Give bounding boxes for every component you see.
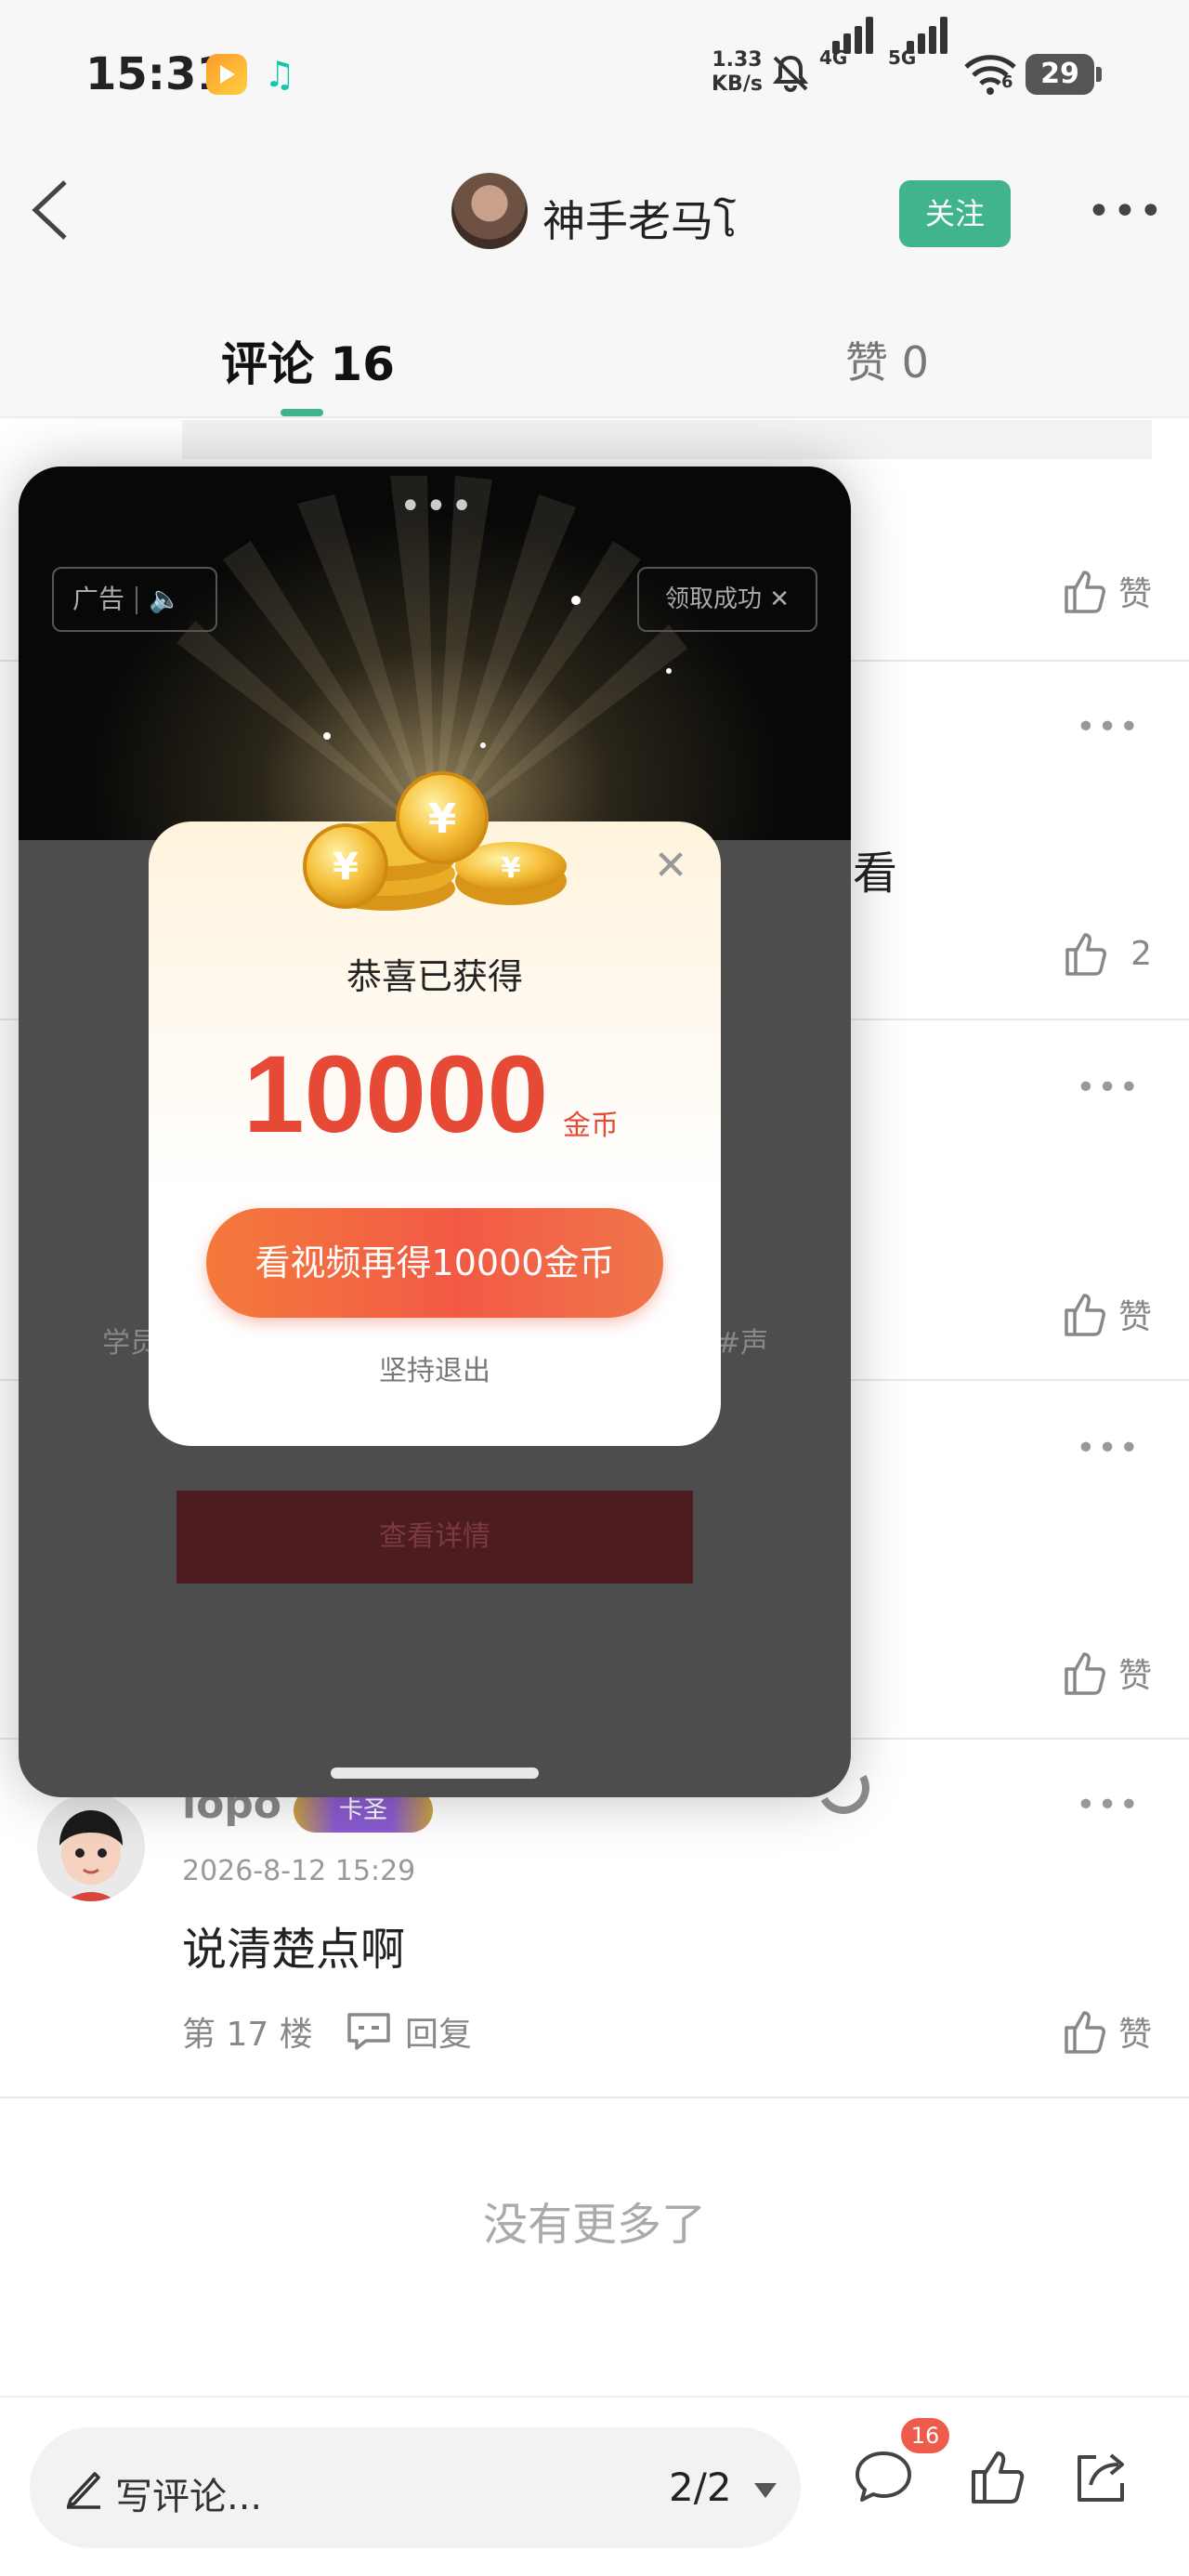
comment-tabs: 评论 16 赞 0 — [0, 279, 1189, 418]
mute-bell-icon — [769, 52, 812, 103]
reply-button[interactable]: 回复 — [346, 2007, 472, 2056]
battery-level: 29 — [1026, 54, 1102, 95]
share-icon[interactable] — [1068, 2444, 1133, 2509]
quit-button[interactable]: 坚持退出 — [149, 1347, 721, 1388]
svg-text:¥: ¥ — [333, 846, 359, 888]
reward-unit: 金币 — [563, 1110, 619, 1142]
popup-close-icon[interactable]: ✕ — [650, 846, 691, 887]
watch-video-button[interactable]: 看视频再得10000金币 — [206, 1208, 663, 1318]
bottom-action-bar: 写评论... 2/2 16 — [0, 2396, 1189, 2576]
list-end-text: 没有更多了 — [482, 2199, 706, 2251]
comment-more-icon[interactable]: ••• — [1076, 1429, 1141, 1467]
comment-count-badge: 16 — [901, 2418, 949, 2453]
like-label: 赞 — [1117, 1298, 1152, 1336]
page-indicator[interactable]: 2/2 — [669, 2464, 732, 2510]
popup-title: 恭喜已获得 — [346, 956, 523, 997]
reward-amount: 10000 — [243, 1033, 549, 1156]
thumb-up-icon — [1065, 933, 1107, 976]
divider — [0, 2096, 1189, 2098]
comment-input-placeholder: 写评论... — [115, 2476, 263, 2518]
thumb-up-icon — [1065, 2011, 1105, 2054]
follow-button[interactable]: 关注 — [899, 180, 1011, 247]
like-label: 赞 — [1117, 575, 1152, 613]
status-bar: 15:31 ♫ 1.33 KB/s 4G 5G 6 29 — [0, 0, 1189, 149]
chevron-left-icon — [32, 180, 67, 240]
like-button[interactable]: 赞 — [1063, 1645, 1152, 1701]
gold-coins-icon: ¥ ¥ ¥ — [303, 771, 567, 911]
ad-label[interactable]: 广告 🔈 — [52, 567, 217, 632]
reply-bubble-icon — [347, 2013, 390, 2050]
reply-label: 回复 — [405, 2016, 473, 2054]
like-count: 2 — [1130, 934, 1152, 973]
speaker-icon[interactable]: 🔈 — [149, 584, 181, 614]
music-app-icon: ♫ — [264, 54, 296, 95]
like-label: 赞 — [1117, 1657, 1152, 1695]
like-button[interactable]: 2 — [1064, 926, 1152, 981]
ad-text-right: #声 — [717, 1327, 769, 1360]
comment-floor: 第 17 楼 — [182, 2016, 313, 2054]
back-button[interactable] — [28, 177, 84, 251]
comment-bubble-icon[interactable] — [851, 2444, 916, 2509]
close-icon[interactable]: ✕ — [769, 585, 790, 613]
like-button[interactable]: 赞 — [1063, 1286, 1152, 1342]
caret-down-icon[interactable] — [754, 2483, 777, 2498]
top-nav: 神手老马โ 关注 ••• — [0, 149, 1189, 279]
like-button[interactable]: 赞 — [1063, 2004, 1152, 2059]
thumb-up-icon[interactable] — [966, 2444, 1031, 2509]
view-details-button[interactable]: 查看详情 — [176, 1491, 693, 1584]
reply-preview-strip — [182, 420, 1152, 459]
comment-more-icon[interactable]: ••• — [1076, 1069, 1141, 1107]
comment-text: 说清楚点啊 — [182, 1924, 406, 1976]
like-button[interactable]: 赞 — [1063, 563, 1152, 619]
network-speed: 1.33 KB/s — [712, 48, 763, 96]
comment-timestamp: 2026-8-12 15:29 — [182, 1855, 416, 1887]
ad-drag-dots: ••• — [399, 485, 477, 528]
tab-likes[interactable]: 赞 0 — [845, 329, 929, 390]
thumb-up-icon — [1065, 1652, 1105, 1695]
tab-comments[interactable]: 评论 16 — [221, 327, 395, 394]
thumb-up-icon — [1065, 1294, 1105, 1336]
author-name[interactable]: 神手老马โ — [542, 188, 737, 256]
comment-text-partial: 看 — [853, 848, 898, 900]
comment-input[interactable]: 写评论... 2/2 — [30, 2427, 801, 2548]
comment-more-icon[interactable]: ••• — [1076, 708, 1141, 746]
cartoon-face-icon — [37, 1794, 145, 1901]
sheet-handle[interactable] — [331, 1768, 539, 1779]
wifi-6-label: 6 — [1001, 72, 1013, 92]
more-options-icon[interactable]: ••• — [1087, 188, 1163, 240]
author-avatar[interactable] — [451, 173, 528, 249]
svg-text:¥: ¥ — [428, 795, 457, 843]
comment-more-icon[interactable]: ••• — [1076, 1786, 1141, 1824]
tab-active-indicator — [281, 409, 323, 416]
thumb-up-icon — [1065, 571, 1105, 613]
svg-text:¥: ¥ — [502, 852, 521, 885]
commenter-avatar[interactable] — [37, 1794, 145, 1901]
like-label: 赞 — [1117, 2016, 1152, 2054]
claim-success-button[interactable]: 领取成功 ✕ — [637, 567, 817, 632]
pencil-icon — [67, 2472, 100, 2509]
video-app-icon — [206, 54, 247, 95]
